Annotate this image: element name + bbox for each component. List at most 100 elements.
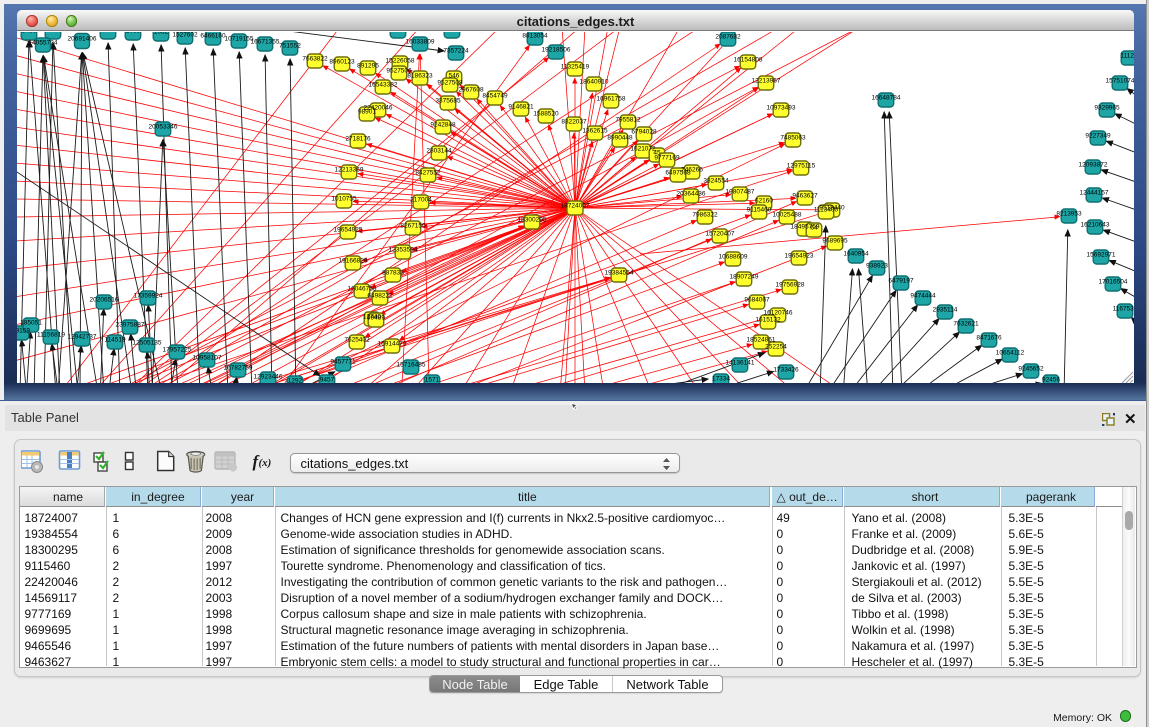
svg-text:2803144: 2803144 <box>426 148 452 155</box>
svg-text:1292: 1292 <box>288 378 303 383</box>
svg-text:9227349: 9227349 <box>1085 133 1111 140</box>
svg-text:16210643: 16210643 <box>1081 222 1110 229</box>
svg-text:10958107: 10958107 <box>193 355 222 362</box>
svg-text:185051: 185051 <box>20 320 42 327</box>
svg-text:1010755: 1010755 <box>331 196 357 203</box>
svg-text:1527602: 1527602 <box>172 32 198 39</box>
svg-text:114519: 114519 <box>104 337 126 344</box>
svg-text:9115460: 9115460 <box>747 207 772 214</box>
svg-text:14136141: 14136141 <box>726 360 755 367</box>
svg-text:64: 64 <box>810 225 818 232</box>
svg-text:1733426: 1733426 <box>773 367 799 374</box>
svg-text:891295: 891295 <box>357 63 379 70</box>
svg-text:11123: 11123 <box>1120 53 1134 60</box>
svg-text:17016504: 17016504 <box>1099 279 1128 286</box>
svg-text:10719155: 10719155 <box>225 36 254 43</box>
svg-text:1640954: 1640954 <box>843 251 869 258</box>
svg-text:12093872: 12093872 <box>1079 162 1108 169</box>
svg-text:12213369: 12213369 <box>335 167 364 174</box>
svg-text:12213967: 12213967 <box>752 78 781 85</box>
svg-text:8213953: 8213953 <box>1056 211 1082 218</box>
svg-text:9329965: 9329965 <box>1094 105 1120 112</box>
svg-text:8813054: 8813054 <box>522 33 548 40</box>
svg-text:217004: 217004 <box>410 197 432 204</box>
svg-text:16914479: 16914479 <box>378 341 407 348</box>
svg-text:15716485: 15716485 <box>397 362 426 369</box>
svg-text:252254: 252254 <box>765 344 787 351</box>
svg-text:8267150: 8267150 <box>400 223 426 230</box>
svg-text:8454749: 8454749 <box>482 93 508 100</box>
svg-text:19880: 19880 <box>44 32 62 34</box>
svg-text:3375685: 3375685 <box>435 98 461 105</box>
svg-text:2718176: 2718176 <box>345 136 371 143</box>
svg-text:20364436: 20364436 <box>677 191 706 198</box>
svg-text:14055724: 14055724 <box>29 40 58 47</box>
svg-text:9146821: 9146821 <box>508 104 534 111</box>
svg-text:10973493: 10973493 <box>767 105 796 112</box>
svg-text:9242848: 9242848 <box>430 122 456 129</box>
svg-text:1113400: 1113400 <box>814 207 839 214</box>
svg-text:18724007: 18724007 <box>561 203 590 210</box>
svg-text:11156819: 11156819 <box>37 332 65 339</box>
svg-text:20691406: 20691406 <box>68 36 97 43</box>
svg-text:19218506: 19218506 <box>542 47 571 54</box>
svg-text:8322037: 8322037 <box>561 119 587 126</box>
svg-text:16782759: 16782759 <box>224 365 253 372</box>
svg-text:1167533: 1167533 <box>1113 306 1134 313</box>
svg-text:92456: 92456 <box>1042 377 1060 383</box>
svg-text:19384554: 19384554 <box>605 270 634 277</box>
svg-text:39159: 39159 <box>17 328 30 335</box>
svg-text:9777169: 9777169 <box>654 155 680 162</box>
svg-text:8427552: 8427552 <box>415 170 441 177</box>
svg-text:15751074: 15751074 <box>1106 78 1134 85</box>
svg-text:16961758: 16961758 <box>597 96 626 103</box>
svg-text:6466160: 6466160 <box>200 33 226 40</box>
svg-text:1362615: 1362615 <box>582 128 608 135</box>
svg-text:8186323: 8186323 <box>407 73 433 80</box>
svg-text:10653267: 10653267 <box>94 32 123 34</box>
svg-text:1065: 1065 <box>126 32 141 35</box>
svg-text:7632621: 7632621 <box>953 321 979 328</box>
svg-text:1621072: 1621072 <box>630 146 656 153</box>
svg-text:10654112: 10654112 <box>996 350 1025 357</box>
svg-text:98901: 98901 <box>358 109 376 116</box>
svg-text:19654925: 19654925 <box>334 227 363 234</box>
svg-text:23975887: 23975887 <box>116 322 145 329</box>
svg-text:16671355: 16671355 <box>251 39 280 46</box>
svg-text:16543382: 16543382 <box>369 82 398 89</box>
svg-text:887833: 887833 <box>382 270 404 277</box>
svg-text:6794028: 6794028 <box>631 129 657 136</box>
svg-text:2935114: 2935114 <box>933 307 958 314</box>
svg-text:1571: 1571 <box>425 377 440 383</box>
svg-text:8471676: 8471676 <box>976 335 1002 342</box>
svg-text:17334: 17334 <box>712 376 730 383</box>
svg-text:12923446: 12923446 <box>254 374 283 381</box>
svg-text:7955812: 7955812 <box>615 117 641 124</box>
svg-text:9474444: 9474444 <box>910 293 936 300</box>
svg-text:7485063: 7485063 <box>780 135 806 142</box>
svg-text:16154808: 16154808 <box>734 57 763 64</box>
svg-text:10025488: 10025488 <box>773 212 802 219</box>
svg-text:17957225: 17957225 <box>163 347 192 354</box>
svg-text:6498222: 6498222 <box>367 293 393 300</box>
svg-text:15692971: 15692971 <box>1087 252 1116 259</box>
svg-text:18907249: 18907249 <box>730 274 759 281</box>
svg-text:1062: 1062 <box>154 32 169 36</box>
svg-text:7625402: 7625402 <box>344 337 370 344</box>
svg-text:3824554: 3824554 <box>703 178 729 185</box>
svg-text:19166829: 19166829 <box>339 258 368 265</box>
svg-text:2087682: 2087682 <box>715 34 741 41</box>
svg-text:18524861: 18524861 <box>747 337 776 344</box>
svg-text:12353594: 12353594 <box>389 247 418 254</box>
svg-text:1588520: 1588520 <box>533 111 559 118</box>
svg-text:751552: 751552 <box>279 43 301 50</box>
svg-text:9689695: 9689695 <box>822 238 848 245</box>
svg-text:1065: 1065 <box>391 32 406 33</box>
svg-text:12942737: 12942737 <box>68 334 97 341</box>
svg-text:938923: 938923 <box>866 263 888 270</box>
svg-text:20053346: 20053346 <box>149 124 178 131</box>
svg-text:16046758: 16046758 <box>348 286 377 293</box>
svg-text:62160: 62160 <box>755 198 773 205</box>
svg-text:9684067: 9684067 <box>744 297 770 304</box>
svg-text:19756928: 19756928 <box>776 282 805 289</box>
